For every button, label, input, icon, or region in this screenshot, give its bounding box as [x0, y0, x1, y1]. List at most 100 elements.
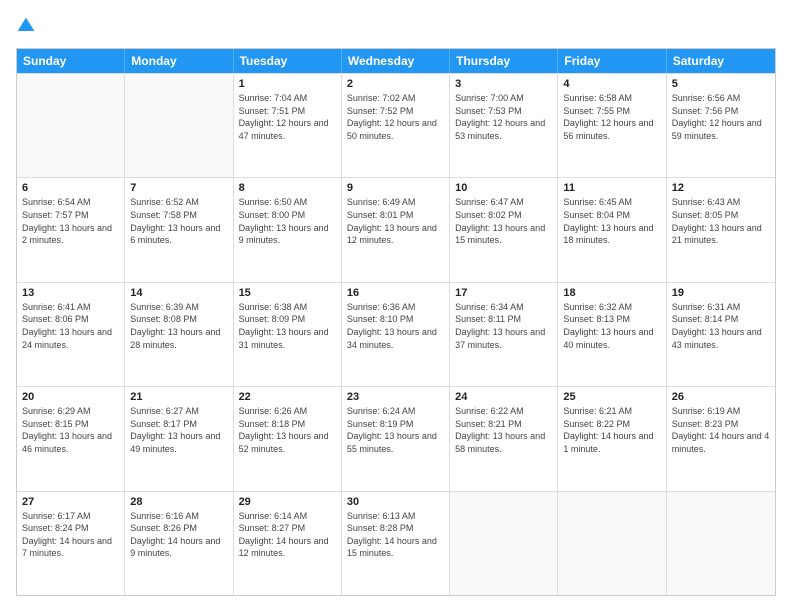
cell-info: Sunrise: 6:58 AM Sunset: 7:55 PM Dayligh… [563, 92, 660, 142]
cell-info: Sunrise: 6:49 AM Sunset: 8:01 PM Dayligh… [347, 196, 444, 246]
day-number: 13 [22, 287, 119, 299]
cell-info: Sunrise: 6:39 AM Sunset: 8:08 PM Dayligh… [130, 301, 227, 351]
day-cell-21: 21 Sunrise: 6:27 AM Sunset: 8:17 PM Dayli… [125, 387, 233, 490]
day-number: 18 [563, 287, 660, 299]
day-cell-28: 28 Sunrise: 6:16 AM Sunset: 8:26 PM Dayli… [125, 492, 233, 595]
day-cell-8: 8 Sunrise: 6:50 AM Sunset: 8:00 PM Daylig… [234, 178, 342, 281]
day-number: 9 [347, 182, 444, 194]
day-cell-13: 13 Sunrise: 6:41 AM Sunset: 8:06 PM Dayli… [17, 283, 125, 386]
day-cell-10: 10 Sunrise: 6:47 AM Sunset: 8:02 PM Dayli… [450, 178, 558, 281]
cell-info: Sunrise: 6:16 AM Sunset: 8:26 PM Dayligh… [130, 510, 227, 560]
header-day-saturday: Saturday [667, 49, 775, 73]
day-cell-4: 4 Sunrise: 6:58 AM Sunset: 7:55 PM Daylig… [558, 74, 666, 177]
cell-info: Sunrise: 6:31 AM Sunset: 8:14 PM Dayligh… [672, 301, 770, 351]
day-cell-30: 30 Sunrise: 6:13 AM Sunset: 8:28 PM Dayli… [342, 492, 450, 595]
cell-info: Sunrise: 6:56 AM Sunset: 7:56 PM Dayligh… [672, 92, 770, 142]
calendar-row-4: 20 Sunrise: 6:29 AM Sunset: 8:15 PM Dayli… [17, 386, 775, 490]
cell-info: Sunrise: 7:04 AM Sunset: 7:51 PM Dayligh… [239, 92, 336, 142]
logo [16, 16, 38, 36]
cell-info: Sunrise: 6:41 AM Sunset: 8:06 PM Dayligh… [22, 301, 119, 351]
day-cell-16: 16 Sunrise: 6:36 AM Sunset: 8:10 PM Dayli… [342, 283, 450, 386]
day-cell-22: 22Sunrise: 6:26 AM Sunset: 8:18 PM Dayli… [234, 387, 342, 490]
day-number: 29 [239, 496, 336, 508]
day-cell-5: 5Sunrise: 6:56 AM Sunset: 7:56 PM Daylig… [667, 74, 775, 177]
day-number: 14 [130, 287, 227, 299]
header-day-tuesday: Tuesday [234, 49, 342, 73]
day-number: 6 [22, 182, 119, 194]
day-cell-11: 11 Sunrise: 6:45 AM Sunset: 8:04 PM Dayli… [558, 178, 666, 281]
day-cell-19: 19 Sunrise: 6:31 AM Sunset: 8:14 PM Dayli… [667, 283, 775, 386]
day-cell-3: 3Sunrise: 7:00 AM Sunset: 7:53 PM Daylig… [450, 74, 558, 177]
day-number: 2 [347, 78, 444, 90]
day-number: 21 [130, 391, 227, 403]
day-cell-1: 1 Sunrise: 7:04 AM Sunset: 7:51 PM Daylig… [234, 74, 342, 177]
day-number: 12 [672, 182, 770, 194]
day-number: 28 [130, 496, 227, 508]
cell-info: Sunrise: 6:22 AM Sunset: 8:21 PM Dayligh… [455, 405, 552, 455]
day-cell-9: 9 Sunrise: 6:49 AM Sunset: 8:01 PM Daylig… [342, 178, 450, 281]
page: SundayMondayTuesdayWednesdayThursdayFrid… [0, 0, 792, 612]
day-cell-27: 27 Sunrise: 6:17 AM Sunset: 8:24 PM Dayli… [17, 492, 125, 595]
cell-info: Sunrise: 6:54 AM Sunset: 7:57 PM Dayligh… [22, 196, 119, 246]
day-cell-25: 25 Sunrise: 6:21 AM Sunset: 8:22 PM Dayli… [558, 387, 666, 490]
cell-info: Sunrise: 6:43 AM Sunset: 8:05 PM Dayligh… [672, 196, 770, 246]
cell-info: Sunrise: 6:45 AM Sunset: 8:04 PM Dayligh… [563, 196, 660, 246]
day-number: 17 [455, 287, 552, 299]
cell-info: Sunrise: 6:27 AM Sunset: 8:17 PM Dayligh… [130, 405, 227, 455]
day-number: 30 [347, 496, 444, 508]
day-cell-2: 2 Sunrise: 7:02 AM Sunset: 7:52 PM Daylig… [342, 74, 450, 177]
day-number: 22 [239, 391, 336, 403]
day-number: 20 [22, 391, 119, 403]
day-cell-7: 7 Sunrise: 6:52 AM Sunset: 7:58 PM Daylig… [125, 178, 233, 281]
day-number: 25 [563, 391, 660, 403]
cell-info: Sunrise: 6:17 AM Sunset: 8:24 PM Dayligh… [22, 510, 119, 560]
cell-info: Sunrise: 6:29 AM Sunset: 8:15 PM Dayligh… [22, 405, 119, 455]
header-day-friday: Friday [558, 49, 666, 73]
day-cell-29: 29Sunrise: 6:14 AM Sunset: 8:27 PM Dayli… [234, 492, 342, 595]
day-number: 24 [455, 391, 552, 403]
day-number: 26 [672, 391, 770, 403]
cell-info: Sunrise: 6:21 AM Sunset: 8:22 PM Dayligh… [563, 405, 660, 455]
empty-cell [17, 74, 125, 177]
calendar-header-row: SundayMondayTuesdayWednesdayThursdayFrid… [17, 49, 775, 73]
cell-info: Sunrise: 6:32 AM Sunset: 8:13 PM Dayligh… [563, 301, 660, 351]
cell-info: Sunrise: 6:38 AM Sunset: 8:09 PM Dayligh… [239, 301, 336, 351]
day-number: 27 [22, 496, 119, 508]
cell-info: Sunrise: 6:36 AM Sunset: 8:10 PM Dayligh… [347, 301, 444, 351]
cell-info: Sunrise: 7:02 AM Sunset: 7:52 PM Dayligh… [347, 92, 444, 142]
day-cell-6: 6 Sunrise: 6:54 AM Sunset: 7:57 PM Daylig… [17, 178, 125, 281]
day-number: 4 [563, 78, 660, 90]
cell-info: Sunrise: 6:47 AM Sunset: 8:02 PM Dayligh… [455, 196, 552, 246]
day-cell-20: 20 Sunrise: 6:29 AM Sunset: 8:15 PM Dayli… [17, 387, 125, 490]
calendar-row-1: 1 Sunrise: 7:04 AM Sunset: 7:51 PM Daylig… [17, 73, 775, 177]
day-cell-14: 14 Sunrise: 6:39 AM Sunset: 8:08 PM Dayli… [125, 283, 233, 386]
calendar: SundayMondayTuesdayWednesdayThursdayFrid… [16, 48, 776, 596]
day-number: 8 [239, 182, 336, 194]
cell-info: Sunrise: 7:00 AM Sunset: 7:53 PM Dayligh… [455, 92, 552, 142]
day-cell-12: 12 Sunrise: 6:43 AM Sunset: 8:05 PM Dayli… [667, 178, 775, 281]
cell-info: Sunrise: 6:13 AM Sunset: 8:28 PM Dayligh… [347, 510, 444, 560]
calendar-body: 1 Sunrise: 7:04 AM Sunset: 7:51 PM Daylig… [17, 73, 775, 595]
logo-icon [16, 16, 36, 36]
day-cell-23: 23Sunrise: 6:24 AM Sunset: 8:19 PM Dayli… [342, 387, 450, 490]
cell-info: Sunrise: 6:50 AM Sunset: 8:00 PM Dayligh… [239, 196, 336, 246]
cell-info: Sunrise: 6:34 AM Sunset: 8:11 PM Dayligh… [455, 301, 552, 351]
header [16, 16, 776, 36]
day-number: 10 [455, 182, 552, 194]
calendar-row-5: 27 Sunrise: 6:17 AM Sunset: 8:24 PM Dayli… [17, 491, 775, 595]
day-cell-15: 15 Sunrise: 6:38 AM Sunset: 8:09 PM Dayli… [234, 283, 342, 386]
day-cell-26: 26Sunrise: 6:19 AM Sunset: 8:23 PM Dayli… [667, 387, 775, 490]
calendar-row-3: 13 Sunrise: 6:41 AM Sunset: 8:06 PM Dayli… [17, 282, 775, 386]
day-number: 7 [130, 182, 227, 194]
day-number: 19 [672, 287, 770, 299]
cell-info: Sunrise: 6:24 AM Sunset: 8:19 PM Dayligh… [347, 405, 444, 455]
day-number: 11 [563, 182, 660, 194]
day-number: 1 [239, 78, 336, 90]
header-day-wednesday: Wednesday [342, 49, 450, 73]
header-day-monday: Monday [125, 49, 233, 73]
header-day-sunday: Sunday [17, 49, 125, 73]
cell-info: Sunrise: 6:52 AM Sunset: 7:58 PM Dayligh… [130, 196, 227, 246]
day-number: 16 [347, 287, 444, 299]
day-cell-24: 24 Sunrise: 6:22 AM Sunset: 8:21 PM Dayli… [450, 387, 558, 490]
day-number: 15 [239, 287, 336, 299]
